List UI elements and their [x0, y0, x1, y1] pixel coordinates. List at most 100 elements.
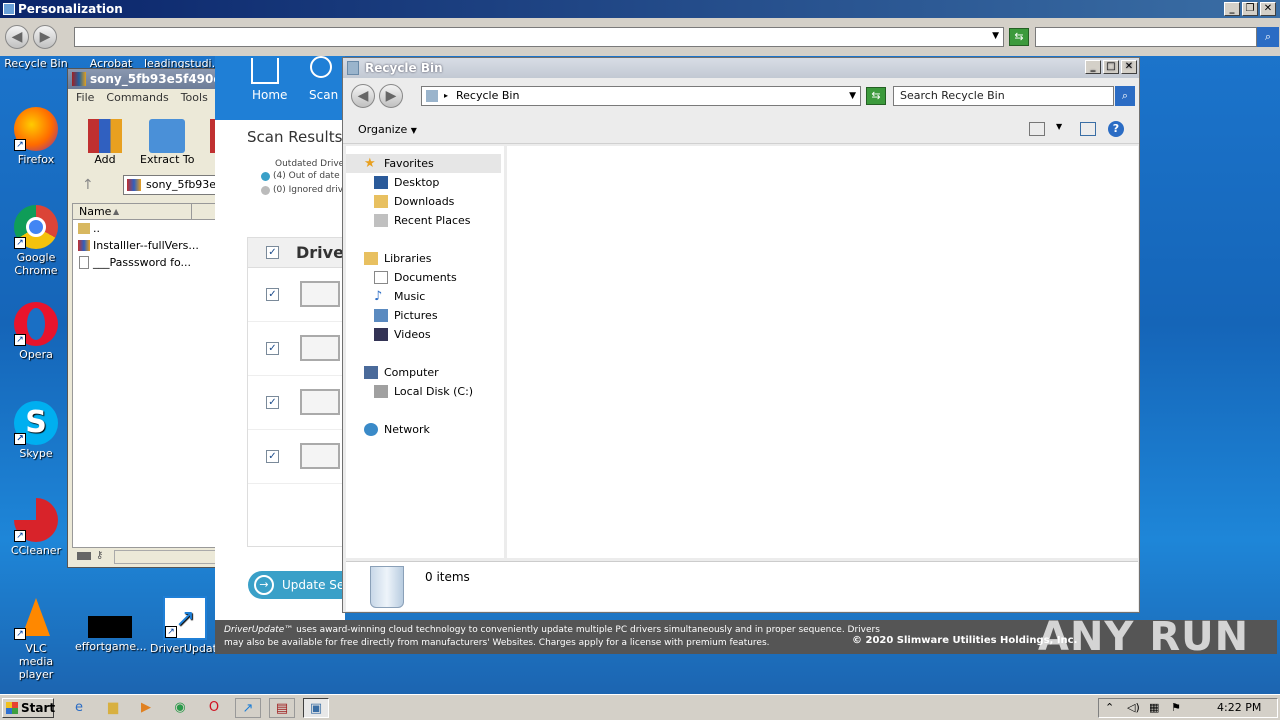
driverupdate-taskbar-icon[interactable]: ↗: [235, 698, 261, 718]
desktop-icon-driverupdate[interactable]: ↗ ↗ DriverUpdate: [150, 596, 224, 655]
nav-music[interactable]: ♪ Music: [346, 287, 501, 306]
nav-libraries[interactable]: Libraries: [346, 249, 501, 268]
clock[interactable]: 4:22 PM: [1217, 701, 1261, 714]
nav-network[interactable]: Network: [346, 420, 501, 439]
winrar-taskbar-icon[interactable]: ▤: [269, 698, 295, 718]
volume-icon[interactable]: ◁): [1127, 701, 1140, 714]
scan-tab[interactable]: Scan: [309, 88, 338, 102]
desktop-icon-firefox[interactable]: ↗ Firefox: [1, 107, 71, 166]
firefox-icon: ↗: [14, 107, 58, 151]
minimize-button[interactable]: _: [1224, 2, 1240, 16]
path-field[interactable]: sony_5fb93e5: [123, 175, 218, 195]
desktop-icon-ccleaner[interactable]: ↗ CCleaner: [1, 498, 71, 557]
home-tab[interactable]: Home: [252, 88, 287, 102]
search-input[interactable]: [1035, 27, 1257, 47]
desktop-icon-skype[interactable]: S ↗ Skype: [1, 401, 71, 460]
scan-icon[interactable]: [310, 56, 332, 78]
driver-row[interactable]: ✓: [248, 430, 344, 484]
opera-taskbar-icon[interactable]: O: [201, 698, 227, 718]
back-button[interactable]: ◀: [351, 84, 375, 108]
chevron-down-icon[interactable]: ▼: [849, 87, 856, 105]
driver-checkbox[interactable]: ✓: [266, 288, 279, 301]
control-panel-icon: [3, 3, 15, 15]
chevron-down-icon[interactable]: ▼: [1056, 122, 1062, 131]
add-button[interactable]: Add: [88, 119, 122, 166]
refresh-icon[interactable]: ⇆: [1009, 28, 1029, 46]
search-input[interactable]: Search Recycle Bin: [893, 86, 1114, 106]
help-icon[interactable]: ?: [1108, 121, 1124, 137]
breadcrumb-arrow-icon[interactable]: ▸: [444, 87, 448, 105]
refresh-icon[interactable]: ⇆: [866, 87, 886, 105]
address-bar[interactable]: ▼: [74, 27, 1004, 47]
forward-button[interactable]: ▶: [33, 25, 57, 49]
desktop-icon-vlc[interactable]: ↗ VLC media player: [1, 596, 71, 681]
minimize-button[interactable]: _: [1085, 60, 1101, 74]
vlc-icon: ↗: [14, 596, 58, 640]
organize-button[interactable]: Organize ▼: [358, 123, 417, 136]
close-button[interactable]: ✕: [1121, 60, 1137, 74]
list-item[interactable]: ___Passsword fo...: [73, 254, 217, 271]
home-icon[interactable]: [251, 58, 279, 84]
restore-button[interactable]: ❐: [1242, 2, 1258, 16]
nav-pictures[interactable]: Pictures: [346, 306, 501, 325]
nav-downloads[interactable]: Downloads: [346, 192, 501, 211]
nav-favorites[interactable]: ★ Favorites: [346, 154, 501, 173]
menu-commands[interactable]: Commands: [106, 91, 168, 104]
forward-button[interactable]: ▶: [379, 84, 403, 108]
recycle-bin-large-icon: [370, 566, 404, 608]
up-arrow-icon[interactable]: ↑: [82, 177, 94, 193]
start-button[interactable]: Start: [2, 698, 55, 718]
close-button[interactable]: ✕: [1260, 2, 1276, 16]
view-icon[interactable]: [1029, 122, 1045, 136]
driver-row[interactable]: ✓: [248, 322, 344, 376]
preview-pane-icon[interactable]: [1080, 122, 1096, 136]
back-button[interactable]: ◀: [5, 25, 29, 49]
maximize-button[interactable]: □: [1103, 60, 1119, 74]
driver-row[interactable]: ✓: [248, 376, 344, 430]
driver-checkbox[interactable]: ✓: [266, 450, 279, 463]
recycle-bin-taskbar-icon[interactable]: ▣: [303, 698, 329, 718]
search-icon[interactable]: ⌕: [1257, 27, 1279, 47]
list-item[interactable]: ..: [73, 220, 217, 237]
chevron-down-icon[interactable]: ▼: [992, 31, 999, 41]
music-icon: ♪: [374, 289, 383, 304]
nav-computer[interactable]: Computer: [346, 363, 501, 382]
breadcrumb[interactable]: Recycle Bin: [456, 89, 519, 102]
column-header-name[interactable]: Name ▲: [73, 204, 217, 220]
footer-text-2: may also be available for free directly …: [224, 638, 770, 648]
desktop-icon-recycle-bin[interactable]: Recycle Bin: [1, 57, 71, 70]
driver-list: ✓ Driver ✓ ✓ ✓ ✓: [247, 237, 352, 547]
ie-icon[interactable]: e: [66, 698, 92, 718]
folder-extract-icon: [149, 119, 186, 153]
nav-videos[interactable]: Videos: [346, 325, 501, 344]
search-icon[interactable]: ⌕: [1115, 86, 1135, 106]
nav-local-disk[interactable]: Local Disk (C:): [346, 382, 501, 401]
desktop-icon-effortgame[interactable]: effortgame...: [75, 596, 147, 653]
nav-label: Libraries: [384, 252, 432, 265]
media-player-icon[interactable]: ▶: [133, 698, 159, 718]
nav-desktop[interactable]: Desktop: [346, 173, 501, 192]
menu-tools[interactable]: Tools: [181, 91, 208, 104]
content-pane[interactable]: [507, 146, 1138, 558]
driver-row[interactable]: ✓: [248, 268, 344, 322]
desktop-icon-chrome[interactable]: ↗ Google Chrome: [1, 205, 71, 277]
chrome-taskbar-icon[interactable]: ◉: [167, 698, 193, 718]
driver-checkbox[interactable]: ✓: [266, 396, 279, 409]
desktop-icon-opera[interactable]: ↗ Opera: [1, 302, 71, 361]
nav-recent-places[interactable]: Recent Places: [346, 211, 501, 230]
driver-checkbox[interactable]: ✓: [266, 342, 279, 355]
show-hidden-icons-icon[interactable]: ⌃: [1105, 701, 1114, 714]
ignored-count: (0) Ignored drive: [273, 185, 349, 195]
select-all-checkbox[interactable]: ✓: [266, 246, 279, 259]
nav-documents[interactable]: Documents: [346, 268, 501, 287]
extract-button[interactable]: Extract To: [140, 119, 194, 166]
flag-icon[interactable]: ⚑: [1171, 701, 1181, 714]
list-item[interactable]: Installler--fullVers...: [73, 237, 217, 254]
menu-file[interactable]: File: [76, 91, 94, 104]
address-bar[interactable]: ▸ Recycle Bin ▼: [421, 86, 861, 106]
driverupdate-window: Home Scan Scan Results Outdated Drive (4…: [215, 56, 352, 650]
network-tray-icon[interactable]: ▦: [1149, 701, 1159, 714]
explorer-icon[interactable]: ▆: [100, 698, 126, 718]
winrar-window: sony_5fb93e5f490e6 FileCommandsToolsFa A…: [67, 68, 230, 568]
update-selected-button[interactable]: → Update Sel: [248, 571, 345, 599]
